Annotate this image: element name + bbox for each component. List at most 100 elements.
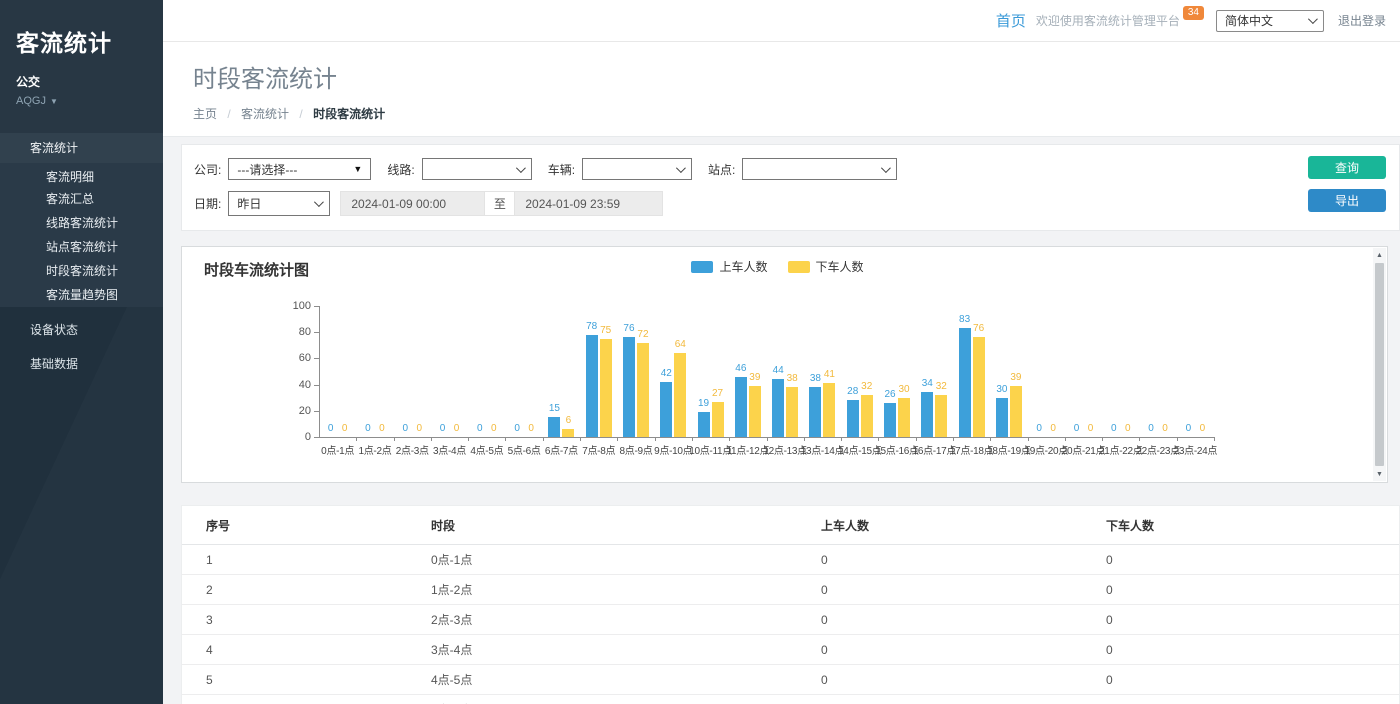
- chart-bar: [884, 403, 896, 437]
- y-tick-mark: [314, 306, 319, 307]
- sidebar-subitem[interactable]: 客流明细: [0, 163, 163, 187]
- breadcrumb-home[interactable]: 主页: [193, 107, 217, 121]
- sidebar: 客流统计 公交 AQGJ▼ 客流统计 客流明细客流汇总线路客流统计站点客流统计时…: [0, 0, 163, 704]
- line-select[interactable]: [422, 158, 532, 180]
- x-tick-mark: [617, 437, 618, 441]
- sidebar-item[interactable]: 基础数据: [0, 347, 163, 381]
- table-panel: 序号时段上车人数下车人数 10点-1点0021点-2点0032点-3点0043点…: [181, 505, 1400, 704]
- org-code-dropdown[interactable]: AQGJ▼: [16, 95, 147, 107]
- company-select[interactable]: ---请选择--- ▼: [228, 158, 371, 180]
- chart-bar-value: 0: [516, 423, 546, 434]
- query-button[interactable]: 查询: [1308, 156, 1386, 179]
- table-header-row: 序号时段上车人数下车人数: [182, 506, 1399, 545]
- scrollbar-thumb[interactable]: [1375, 263, 1384, 466]
- notification-badge[interactable]: 34: [1183, 6, 1204, 20]
- table-cell: 6: [182, 695, 407, 704]
- table-cell: 0: [1082, 665, 1399, 695]
- chart-bar: [674, 353, 686, 437]
- chart-bar-value: 32: [926, 381, 956, 392]
- chart-bar: [935, 395, 947, 437]
- date-preset-select[interactable]: 昨日: [228, 191, 330, 216]
- x-tick-mark: [431, 437, 432, 441]
- chart-bar: [637, 343, 649, 437]
- table-cell: 1: [182, 545, 407, 575]
- date-from-input[interactable]: 2024-01-09 00:00: [340, 191, 485, 216]
- table-cell: 0: [1082, 605, 1399, 635]
- table-cell: 0: [797, 545, 1082, 575]
- x-tick-mark: [841, 437, 842, 441]
- brand-title: 客流统计: [16, 24, 147, 58]
- table-cell: 3点-4点: [407, 635, 797, 665]
- x-tick-mark: [655, 437, 656, 441]
- sidebar-item-passenger-stats[interactable]: 客流统计: [0, 133, 163, 163]
- scroll-down-icon[interactable]: ▼: [1373, 467, 1386, 481]
- sidebar-subitem[interactable]: 客流量趋势图: [0, 283, 163, 307]
- station-label: 站点:: [708, 161, 735, 178]
- x-tick-mark: [505, 437, 506, 441]
- table-cell: 0: [797, 575, 1082, 605]
- chart-bar: [623, 337, 635, 437]
- app-root: 客流统计 公交 AQGJ▼ 客流统计 客流明细客流汇总线路客流统计站点客流统计时…: [0, 0, 1400, 704]
- chart-x-label: 3点-4点: [433, 442, 466, 457]
- breadcrumb-current: 时段客流统计: [313, 107, 385, 121]
- sidebar-item[interactable]: 设备状态: [0, 313, 163, 347]
- vehicle-select[interactable]: [582, 158, 692, 180]
- y-tick-label: 40: [281, 379, 311, 391]
- chart-bar: [786, 387, 798, 437]
- y-tick-label: 20: [281, 405, 311, 417]
- chart-bar-value: 41: [814, 369, 844, 380]
- chevron-down-icon: [516, 163, 526, 173]
- chart-bar: [698, 412, 710, 437]
- chart-bar: [1010, 386, 1022, 437]
- time-period-table: 序号时段上车人数下车人数 10点-1点0021点-2点0032点-3点0043点…: [182, 506, 1399, 704]
- chart-scrollbar[interactable]: ▲ ▼: [1373, 248, 1386, 481]
- x-tick-mark: [767, 437, 768, 441]
- chart-x-label: 8点-9点: [619, 442, 652, 457]
- breadcrumb-passenger-stats[interactable]: 客流统计: [241, 107, 289, 121]
- breadcrumb: 主页 / 客流统计 / 时段客流统计: [193, 105, 1370, 122]
- chevron-down-icon: [676, 163, 686, 173]
- brand-block: 客流统计 公交 AQGJ▼: [0, 0, 163, 107]
- x-tick-mark: [356, 437, 357, 441]
- station-select[interactable]: [742, 158, 897, 180]
- chart-bar-value: 76: [964, 323, 994, 334]
- scrollbar-track[interactable]: [1373, 262, 1386, 467]
- chart-x-label: 9点-10点: [654, 442, 692, 457]
- chart-x-label: 1点-2点: [358, 442, 391, 457]
- sidebar-subitem[interactable]: 客流汇总: [0, 187, 163, 211]
- caret-down-icon: ▼: [50, 97, 58, 106]
- submenu-passenger-stats: 客流明细客流汇总线路客流统计站点客流统计时段客流统计客流量趋势图: [0, 163, 163, 307]
- date-label: 日期:: [194, 195, 221, 212]
- x-tick-mark: [692, 437, 693, 441]
- table-row: 54点-5点00: [182, 665, 1399, 695]
- chart-bar: [898, 398, 910, 437]
- chart-bar: [660, 382, 672, 437]
- sidebar-subitem[interactable]: 时段客流统计: [0, 259, 163, 283]
- table-cell: 0: [797, 695, 1082, 704]
- scroll-up-icon[interactable]: ▲: [1373, 248, 1386, 262]
- export-button[interactable]: 导出: [1308, 189, 1386, 212]
- x-tick-mark: [990, 437, 991, 441]
- sidebar-subitem[interactable]: 站点客流统计: [0, 235, 163, 259]
- chevron-down-icon: [314, 197, 324, 207]
- x-tick-mark: [1139, 437, 1140, 441]
- chart-bar: [823, 383, 835, 437]
- table-header-cell: 上车人数: [797, 506, 1082, 545]
- logout-link[interactable]: 退出登录: [1338, 12, 1386, 29]
- chart-bar: [973, 337, 985, 437]
- nav-home-link[interactable]: 首页: [996, 10, 1026, 31]
- table-cell: 0点-1点: [407, 545, 797, 575]
- sidebar-subitem[interactable]: 线路客流统计: [0, 211, 163, 235]
- language-select[interactable]: 简体中文: [1216, 10, 1324, 32]
- date-to-input[interactable]: 2024-01-09 23:59: [514, 191, 663, 216]
- y-tick-mark: [314, 385, 319, 386]
- table-header-cell: 时段: [407, 506, 797, 545]
- x-tick-mark: [394, 437, 395, 441]
- chart-panel: 时段车流统计图 上车人数下车人数 0204060801000点-1点001点-2…: [181, 246, 1388, 483]
- chevron-down-icon: [881, 163, 891, 173]
- chart-bar: [847, 400, 859, 437]
- table-cell: 2点-3点: [407, 605, 797, 635]
- table-row: 10点-1点00: [182, 545, 1399, 575]
- chart-bar-value: 0: [1187, 423, 1217, 434]
- table-cell: 2: [182, 575, 407, 605]
